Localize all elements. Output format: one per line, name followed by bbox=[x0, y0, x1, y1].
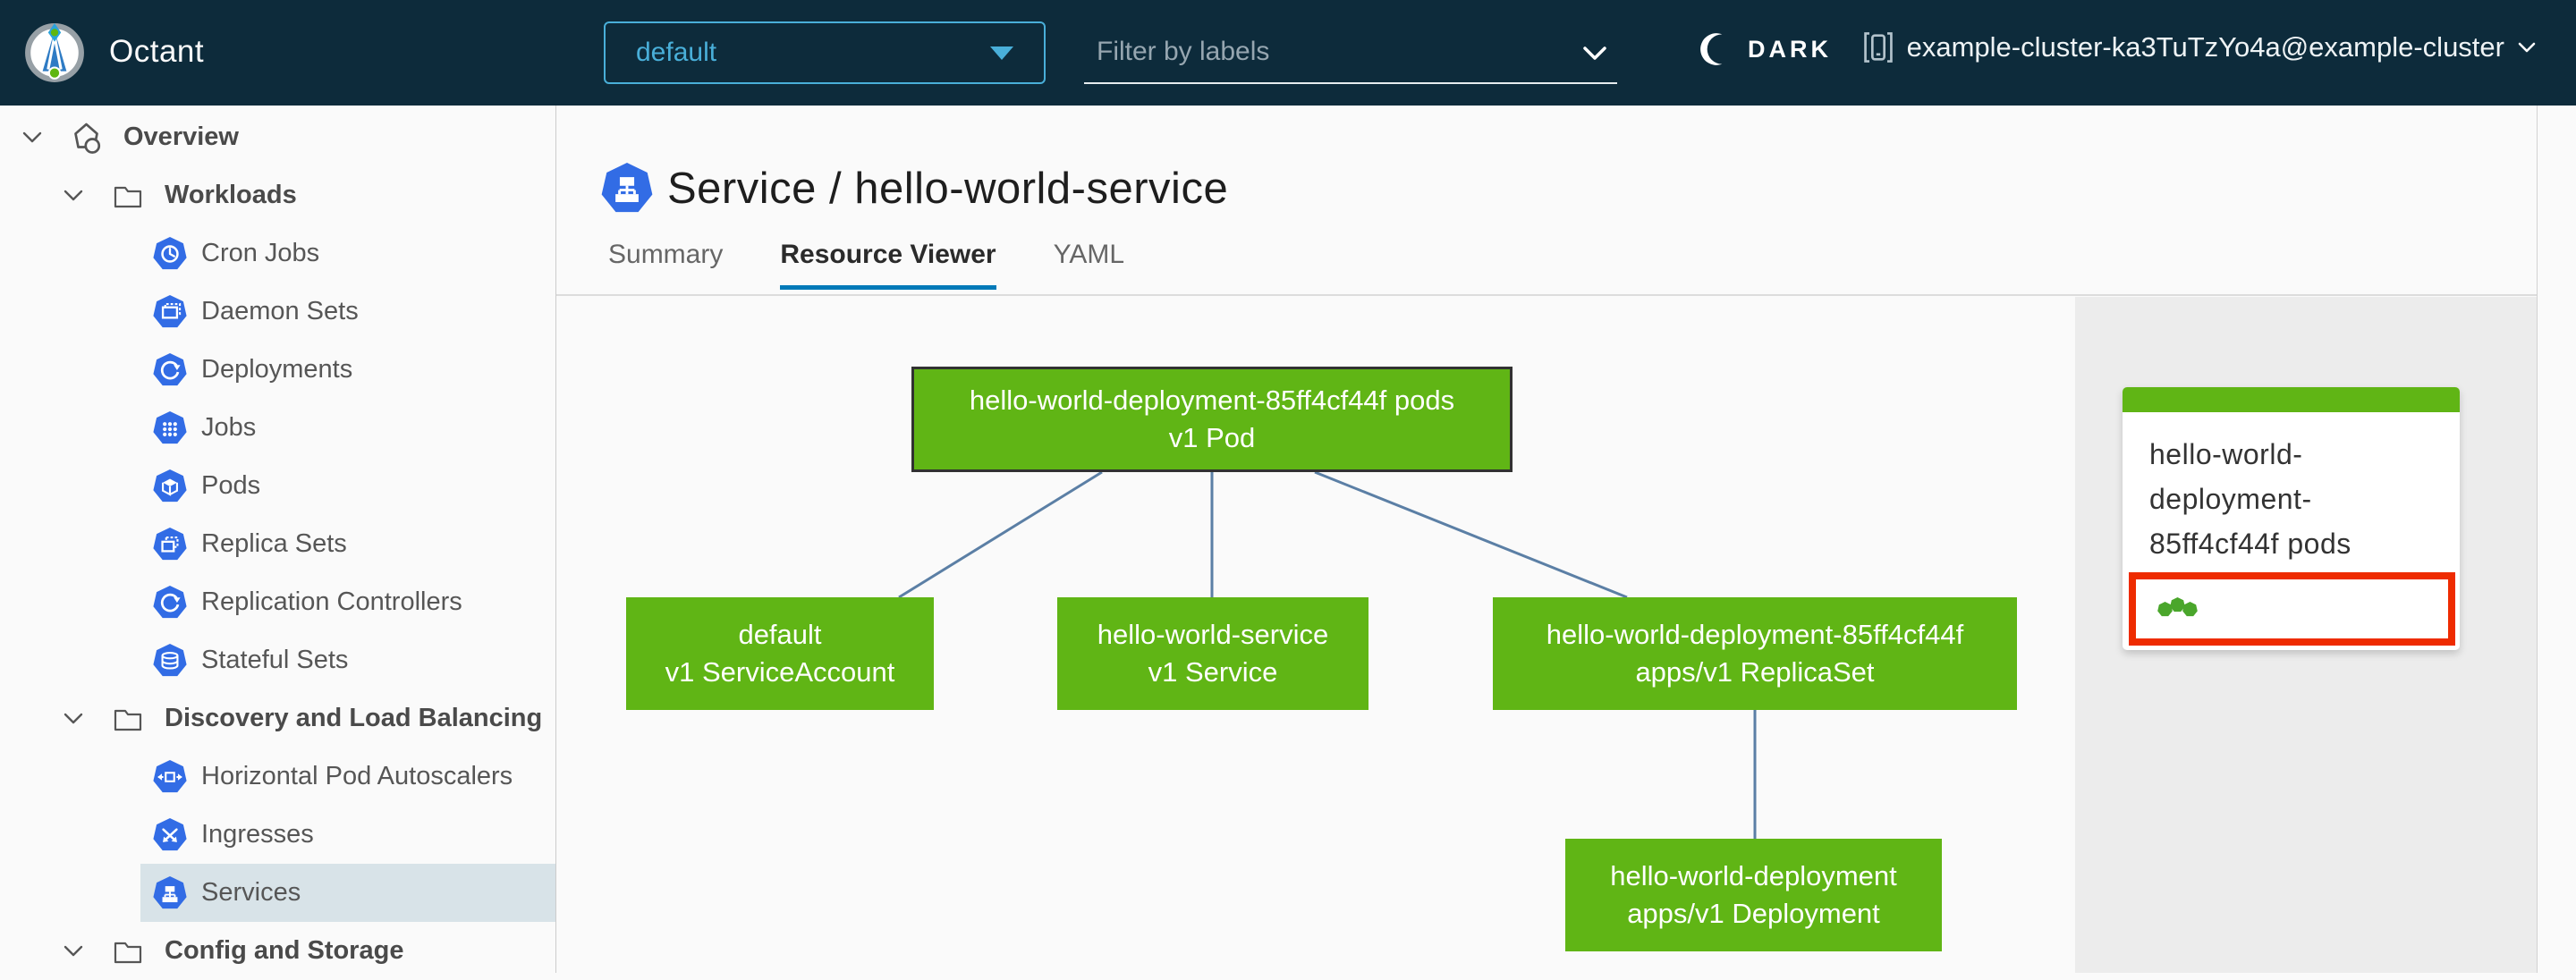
sidebar-item-label: Daemon Sets bbox=[201, 297, 359, 325]
sidebar-item-ingresses[interactable]: Ingresses bbox=[0, 806, 555, 864]
sidebar-item-overview[interactable]: Overview bbox=[0, 108, 555, 166]
service-icon bbox=[601, 163, 653, 213]
octant-logo-icon bbox=[25, 23, 84, 82]
statefulsets-icon bbox=[153, 643, 187, 676]
panel-edge-line bbox=[2537, 106, 2538, 973]
sidebar-item-label: Jobs bbox=[201, 413, 257, 442]
chevron-down-icon[interactable] bbox=[63, 189, 84, 202]
hpa-icon bbox=[153, 759, 187, 792]
node-kind: apps/v1 ReplicaSet bbox=[1635, 656, 1875, 688]
sidebar-item-daemon-sets[interactable]: Daemon Sets bbox=[0, 283, 555, 341]
node-kind: v1 Service bbox=[1148, 656, 1278, 688]
services-icon bbox=[153, 875, 187, 908]
pod-status-dot bbox=[2170, 596, 2185, 612]
sidebar-item-horizontal-pod-autoscalers[interactable]: Horizontal Pod Autoscalers bbox=[0, 748, 555, 806]
graph-node-serviceaccount[interactable]: default v1 ServiceAccount bbox=[626, 597, 934, 710]
chevron-down-icon[interactable] bbox=[21, 131, 43, 144]
cluster-selector[interactable]: example-cluster-ka3TuTzYo4a@example-clus… bbox=[1862, 30, 2537, 65]
sidebar-item-pods[interactable]: Pods bbox=[0, 457, 555, 515]
resource-detail-card: hello-world-deployment-85ff4cf44f pods bbox=[2123, 387, 2460, 650]
folder-icon bbox=[114, 942, 142, 963]
chevron-down-icon[interactable] bbox=[63, 712, 84, 725]
label-filter-input[interactable] bbox=[1084, 25, 1567, 79]
chevron-down-icon[interactable] bbox=[63, 944, 84, 958]
daemonsets-icon bbox=[153, 294, 187, 327]
pods-icon bbox=[153, 469, 187, 502]
detail-side-panel: hello-world-deployment-85ff4cf44f pods bbox=[2075, 297, 2537, 973]
sidebar-item-label: Stateful Sets bbox=[201, 646, 349, 674]
resource-viewer-canvas[interactable]: hello-world-deployment-85ff4cf44f pods v… bbox=[556, 297, 2075, 973]
status-bar bbox=[2123, 387, 2460, 412]
sidebar-item-jobs[interactable]: Jobs bbox=[0, 399, 555, 457]
cluster-name: example-cluster-ka3TuTzYo4a@example-clus… bbox=[1906, 31, 2504, 63]
sidebar-item-label: Services bbox=[201, 878, 301, 907]
sidebar-item-label: Replication Controllers bbox=[201, 587, 462, 616]
label-filter bbox=[1084, 25, 1617, 84]
chevron-down-icon bbox=[2518, 42, 2536, 53]
sidebar-item-label: Deployments bbox=[201, 355, 353, 384]
graph-node-service[interactable]: hello-world-service v1 Service bbox=[1057, 597, 1368, 710]
sidebar-item-label: Ingresses bbox=[201, 820, 314, 849]
folder-icon bbox=[114, 709, 142, 731]
node-name: hello-world-deployment bbox=[1610, 860, 1897, 891]
applications-icon bbox=[74, 122, 101, 154]
graph-node-pod[interactable]: hello-world-deployment-85ff4cf44f pods v… bbox=[911, 367, 1513, 472]
node-kind: v1 Pod bbox=[1168, 422, 1256, 453]
jobs-icon bbox=[153, 410, 187, 444]
sidebar-item-stateful-sets[interactable]: Stateful Sets bbox=[0, 631, 555, 689]
sidebar-group-label: Workloads bbox=[165, 181, 297, 209]
namespace-value: default bbox=[636, 38, 717, 67]
app-title: Octant bbox=[109, 34, 205, 69]
page-title: Service / hello-world-service bbox=[667, 165, 1229, 213]
sidebar-item-replica-sets[interactable]: Replica Sets bbox=[0, 515, 555, 573]
sidebar-item-label: Overview bbox=[123, 122, 239, 151]
sidebar-item-services[interactable]: Services bbox=[0, 864, 555, 922]
sidebar-item-label: Cron Jobs bbox=[201, 239, 320, 267]
node-name: hello-world-deployment-85ff4cf44f bbox=[1546, 619, 1964, 650]
theme-toggle[interactable]: DARK bbox=[1698, 30, 1832, 69]
theme-toggle-label: DARK bbox=[1748, 35, 1832, 63]
tab-resource-viewer[interactable]: Resource Viewer bbox=[780, 240, 996, 290]
replication-controllers-icon bbox=[153, 585, 187, 618]
sidebar-group-label: Discovery and Load Balancing bbox=[165, 704, 543, 732]
node-name: hello-world-deployment-85ff4cf44f pods bbox=[969, 384, 1455, 416]
sidebar-group-config-and-storage[interactable]: Config and Storage bbox=[0, 922, 555, 980]
chevron-down-icon[interactable] bbox=[1581, 45, 1608, 63]
sidebar-item-deployments[interactable]: Deployments bbox=[0, 341, 555, 399]
sidebar-group-workloads[interactable]: Workloads bbox=[0, 166, 555, 224]
graph-node-deployment[interactable]: hello-world-deployment apps/v1 Deploymen… bbox=[1565, 839, 1942, 951]
card-title: hello-world-deployment-85ff4cf44f pods bbox=[2149, 438, 2351, 560]
folder-icon bbox=[114, 186, 142, 207]
graph-node-replicaset[interactable]: hello-world-deployment-85ff4cf44f apps/v… bbox=[1493, 597, 2017, 710]
namespace-select[interactable]: default bbox=[604, 21, 1046, 84]
cronjobs-icon bbox=[153, 236, 187, 269]
sidebar-group-discovery[interactable]: Discovery and Load Balancing bbox=[0, 689, 555, 748]
ingresses-icon bbox=[153, 817, 187, 850]
node-kind: apps/v1 Deployment bbox=[1627, 898, 1880, 929]
node-name: default bbox=[738, 619, 822, 650]
sidebar-item-cron-jobs[interactable]: Cron Jobs bbox=[0, 224, 555, 283]
sidebar-item-label: Pods bbox=[201, 471, 261, 500]
page-header: Service / hello-world-service bbox=[601, 163, 1228, 215]
caret-down-icon bbox=[990, 46, 1013, 60]
sidebar-item-replication-controllers[interactable]: Replication Controllers bbox=[0, 573, 555, 631]
sidebar-nav: Overview Workloads Cron Jobs Daemon Sets bbox=[0, 106, 556, 973]
sidebar-group-label: Config and Storage bbox=[165, 936, 404, 965]
sidebar-item-label: Horizontal Pod Autoscalers bbox=[201, 762, 513, 790]
tab-summary[interactable]: Summary bbox=[608, 240, 723, 290]
app-header: Octant default DARK example-cluster-ka3T… bbox=[0, 0, 2576, 106]
pod-status-box[interactable] bbox=[2129, 572, 2455, 646]
node-name: hello-world-service bbox=[1097, 619, 1329, 650]
tab-yaml[interactable]: YAML bbox=[1054, 240, 1124, 290]
tab-bar: Summary Resource Viewer YAML bbox=[608, 240, 1182, 290]
node-kind: v1 ServiceAccount bbox=[665, 656, 895, 688]
content-divider bbox=[556, 294, 2537, 296]
moon-icon bbox=[1700, 33, 1723, 65]
deployments-icon bbox=[153, 352, 187, 385]
sidebar-item-label: Replica Sets bbox=[201, 529, 347, 558]
replicasets-icon bbox=[153, 527, 187, 560]
cluster-icon bbox=[1863, 32, 1893, 63]
